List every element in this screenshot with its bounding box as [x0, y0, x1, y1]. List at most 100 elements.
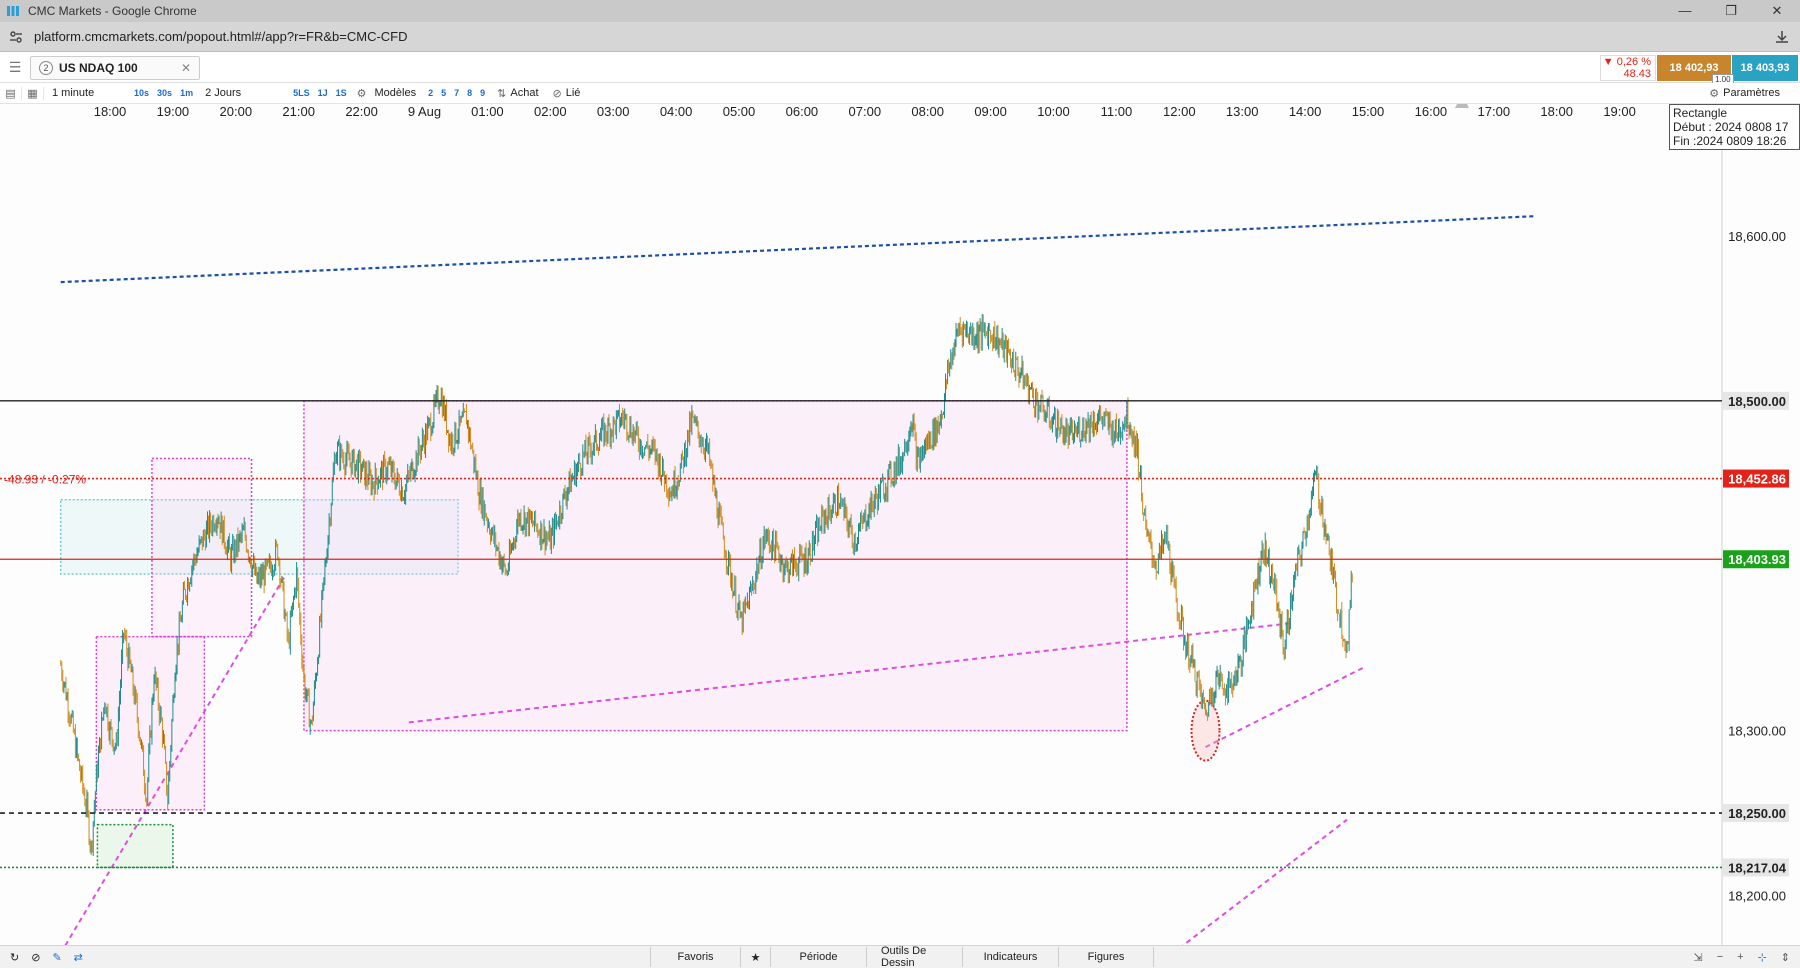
- star-icon[interactable]: ★: [740, 947, 770, 967]
- cancel-icon[interactable]: ⊘: [31, 951, 40, 964]
- minimize-button[interactable]: —: [1662, 3, 1708, 19]
- close-tab-icon[interactable]: ✕: [181, 61, 191, 75]
- x-tick-label: 20:00: [220, 104, 253, 119]
- tab-drawing-tools-label: Outils De Dessin: [881, 945, 927, 969]
- site-settings-icon[interactable]: [8, 29, 24, 45]
- x-tick-label: 19:00: [1603, 104, 1636, 119]
- address-bar: platform.cmcmarkets.com/popout.html#/app…: [0, 22, 1800, 52]
- x-tick-label: 08:00: [911, 104, 944, 119]
- interval-select[interactable]: 1 minute: [52, 87, 122, 99]
- buy-button[interactable]: Achat: [510, 87, 538, 99]
- pink-rectangle-small-1[interactable]: [95, 635, 206, 811]
- tab-figures[interactable]: Figures: [1058, 947, 1154, 967]
- instrument-tab[interactable]: 2 US NDAQ 100 ✕: [30, 55, 200, 80]
- x-tick-label: 10:00: [1037, 104, 1070, 119]
- arrows-icon[interactable]: ⇄: [74, 951, 83, 964]
- green-rectangle[interactable]: [96, 823, 174, 869]
- bottom-bar: ↻ ⊘ ✎ ⇄ Favoris ★ Période Outils De Dess…: [0, 945, 1800, 969]
- x-tick-label: 13:00: [1226, 104, 1259, 119]
- layout-grid-icon[interactable]: ▦: [22, 86, 44, 100]
- close-button[interactable]: ✕: [1754, 3, 1800, 19]
- tab-period[interactable]: Période: [770, 947, 866, 967]
- pink-rectangle-large[interactable]: [303, 400, 1128, 732]
- x-tick-label: 14:00: [1289, 104, 1322, 119]
- move-icon[interactable]: ⇲: [1693, 951, 1702, 964]
- y-tick-label: 18,300.00: [1728, 724, 1786, 739]
- linked-toggle[interactable]: Lié: [566, 87, 581, 99]
- range-select[interactable]: 2 Jours: [205, 87, 281, 99]
- plus-icon[interactable]: +: [1737, 951, 1743, 964]
- tab-favorites-label: Favoris: [677, 951, 714, 963]
- hamburger-menu-icon[interactable]: ☰: [0, 59, 30, 76]
- models-icon[interactable]: ⚙: [357, 87, 367, 100]
- window-title: CMC Markets - Google Chrome: [28, 4, 197, 18]
- crosshair-icon[interactable]: ⊹: [1758, 951, 1767, 964]
- interval-10s[interactable]: 10s: [134, 88, 149, 98]
- x-tick-label: 11:00: [1101, 104, 1133, 119]
- x-tick-label: 9 Aug: [408, 104, 441, 119]
- x-tick-label: 05:00: [723, 104, 756, 119]
- x-tick-label: 21:00: [282, 104, 315, 119]
- x-tick-label: 15:00: [1352, 104, 1385, 119]
- tab-period-label: Période: [799, 951, 838, 963]
- buy-icon[interactable]: ⇅: [497, 87, 506, 100]
- settings-button[interactable]: Paramètres: [1723, 87, 1780, 99]
- model-slot-2[interactable]: 2: [428, 88, 433, 98]
- range-1j[interactable]: 1J: [318, 88, 328, 98]
- range-1s[interactable]: 1S: [336, 88, 347, 98]
- model-slot-8[interactable]: 8: [467, 88, 472, 98]
- tooltip-title: Rectangle: [1673, 106, 1728, 120]
- change-label: -48.93 / -0.27%: [4, 473, 86, 487]
- tooltip-start: Début : 2024 0808 17: [1673, 120, 1789, 134]
- chart-toolbar: ▤ ▦ 1 minute 10s 30s 1m 2 Jours 5LS 1J 1…: [0, 83, 1800, 104]
- x-tick-label: 01:00: [471, 104, 504, 119]
- y-tick-label: 18,200.00: [1728, 889, 1786, 904]
- tooltip-end: Fin :2024 0809 18:26: [1673, 134, 1787, 148]
- tab-indicators[interactable]: Indicateurs: [962, 947, 1058, 967]
- browser-titlebar: CMC Markets - Google Chrome — ❐ ✕: [0, 0, 1800, 22]
- rectangle-tooltip: Rectangle Début : 2024 0808 17 Fin :2024…: [1669, 104, 1800, 150]
- x-tick-label: 18:00: [1540, 104, 1573, 119]
- level-badge-label: 18,217.04: [1728, 860, 1787, 875]
- download-icon[interactable]: [1774, 29, 1790, 45]
- sell-price: 18 402,93: [1669, 62, 1719, 74]
- change-points: 48.43: [1623, 68, 1651, 80]
- x-tick-label: 07:00: [849, 104, 882, 119]
- interval-1m[interactable]: 1m: [180, 88, 193, 98]
- price-chart[interactable]: 18:00 19:00 20:00 21:00 22:00 9 Aug 01:00 02:00…: [0, 104, 1800, 945]
- buy-price-button[interactable]: 18 403,93: [1732, 55, 1798, 81]
- model-slot-7[interactable]: 7: [454, 88, 459, 98]
- y-tick-label: 18,600.00: [1728, 229, 1786, 244]
- list-view-icon[interactable]: ▤: [0, 86, 22, 100]
- tab-drawing-tools[interactable]: Outils De Dessin: [866, 945, 962, 969]
- cmc-app-icon: [7, 6, 19, 16]
- tab-indicators-label: Indicateurs: [983, 951, 1038, 963]
- model-slot-5[interactable]: 5: [441, 88, 446, 98]
- x-tick-label: 06:00: [786, 104, 819, 119]
- model-slot-9[interactable]: 9: [480, 88, 485, 98]
- x-tick-label: 19:00: [157, 104, 190, 119]
- url-text[interactable]: platform.cmcmarkets.com/popout.html#/app…: [34, 29, 408, 44]
- range-5ls[interactable]: 5LS: [293, 88, 310, 98]
- pencil-icon[interactable]: ✎: [52, 951, 61, 964]
- x-tick-label: 18:00: [94, 104, 127, 119]
- tab-number-badge: 2: [39, 60, 53, 75]
- instrument-name: US NDAQ 100: [59, 60, 138, 75]
- vertical-scale-icon[interactable]: ⇕: [1781, 951, 1790, 964]
- x-tick-label: 22:00: [345, 104, 378, 119]
- models-menu[interactable]: Modèles: [375, 87, 417, 99]
- buy-price: 18 403,93: [1740, 62, 1790, 74]
- gear-icon[interactable]: ⚙: [1709, 87, 1719, 100]
- tab-favorites[interactable]: Favoris: [650, 947, 740, 967]
- tab-figures-label: Figures: [1087, 951, 1125, 963]
- x-tick-label: 17:00: [1478, 104, 1511, 119]
- level-badge-label: 18,452.86: [1728, 472, 1786, 487]
- interval-30s[interactable]: 30s: [157, 88, 172, 98]
- minus-icon[interactable]: −: [1717, 951, 1723, 964]
- level-badge-label: 18,403.93: [1728, 552, 1786, 567]
- refresh-icon[interactable]: ↻: [10, 951, 19, 964]
- link-icon[interactable]: ⊘: [553, 87, 562, 100]
- restore-button[interactable]: ❐: [1708, 3, 1754, 19]
- level-badge-label: 18,250.00: [1728, 806, 1786, 821]
- x-tick-label: 16:00: [1415, 104, 1448, 119]
